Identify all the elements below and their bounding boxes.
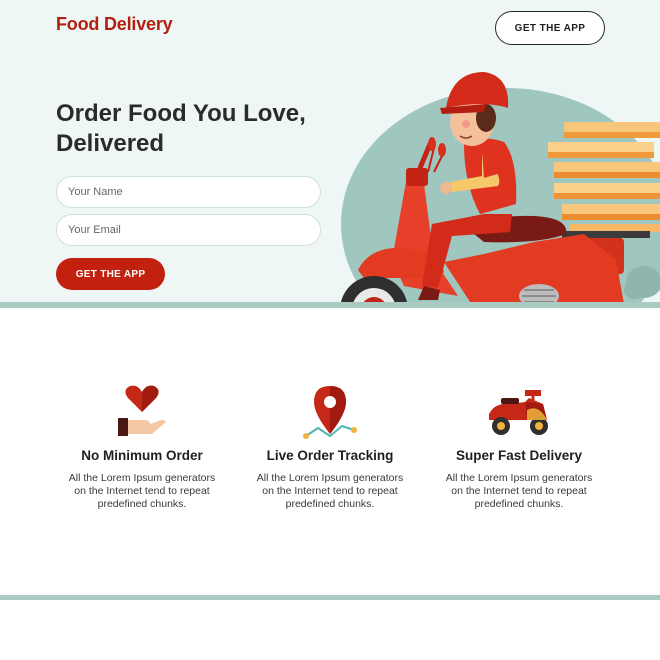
- hero-get-app-button[interactable]: GET THE APP: [56, 258, 165, 290]
- hero-headline-line1: Order Food You Love,: [56, 100, 306, 127]
- feature-description: All the Lorem Ipsum generators on the In…: [235, 472, 425, 511]
- header-get-app-button[interactable]: GET THE APP: [495, 11, 605, 45]
- hero-section: Food Delivery GET THE APP Order Food You…: [0, 0, 660, 306]
- feature-no-minimum-order: No Minimum Order All the Lorem Ipsum gen…: [47, 380, 237, 511]
- feature-live-order-tracking: Live Order Tracking All the Lorem Ipsum …: [235, 380, 425, 511]
- feature-description-line: All the Lorem Ipsum generators: [445, 472, 593, 484]
- feature-title: Live Order Tracking: [266, 448, 394, 463]
- email-input[interactable]: [56, 214, 321, 246]
- brand-logo[interactable]: Food Delivery: [56, 14, 173, 35]
- feature-description-line: on the Internet tend to repeat: [451, 485, 587, 497]
- name-input[interactable]: [56, 176, 321, 208]
- feature-title: Super Fast Delivery: [455, 448, 583, 463]
- feature-description-line: on the Internet tend to repeat: [262, 485, 398, 497]
- scooter-icon: [489, 390, 548, 435]
- feature-description-line: All the Lorem Ipsum generators: [256, 472, 404, 484]
- footer-divider-stripe: [0, 595, 660, 600]
- feature-description-line: predefined chunks.: [474, 498, 564, 510]
- feature-description-line: All the Lorem Ipsum generators: [68, 472, 216, 484]
- hero-divider-stripe: [0, 302, 660, 308]
- feature-description-line: predefined chunks.: [97, 498, 187, 510]
- delivery-scooter-illustration: [340, 72, 660, 306]
- heart-hand-icon: [118, 385, 166, 436]
- hero-headline-line2: Delivered: [56, 130, 165, 157]
- feature-description-line: on the Internet tend to repeat: [74, 485, 210, 497]
- feature-title: No Minimum Order: [81, 448, 203, 463]
- location-pin-icon: [303, 386, 357, 439]
- feature-description: All the Lorem Ipsum generators on the In…: [424, 472, 614, 511]
- feature-super-fast-delivery: Super Fast Delivery All the Lorem Ipsum …: [424, 380, 614, 511]
- hero-headline: Order Food You Love, Delivered: [56, 99, 356, 159]
- feature-description: All the Lorem Ipsum generators on the In…: [47, 472, 237, 511]
- feature-description-line: predefined chunks.: [285, 498, 375, 510]
